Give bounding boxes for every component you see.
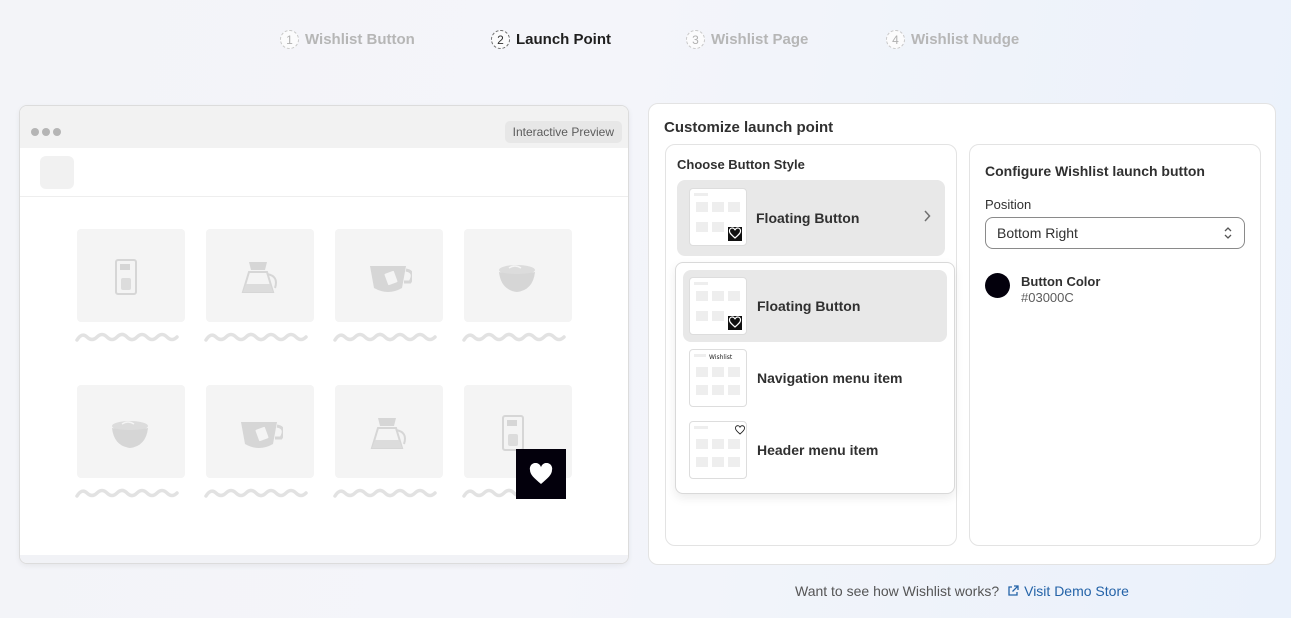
thumb-wishlist-text: Wishlist — [709, 354, 733, 361]
product-title-placeholder — [462, 332, 566, 342]
product-image — [77, 385, 185, 478]
product-card — [204, 229, 314, 342]
navigation-menu-thumbnail: Wishlist — [689, 349, 747, 407]
product-title-placeholder — [204, 332, 308, 342]
floating-button-thumbnail — [689, 277, 747, 335]
position-select[interactable]: Bottom Right — [985, 217, 1245, 249]
option-label: Floating Button — [757, 298, 861, 314]
card-title: Customize launch point — [664, 119, 834, 136]
store-logo-placeholder — [40, 156, 74, 189]
step-wishlist-nudge[interactable]: 4 Wishlist Nudge — [886, 30, 1019, 49]
store-header — [20, 148, 628, 197]
choose-style-label: Choose Button Style — [677, 157, 805, 172]
step-number: 3 — [686, 30, 705, 49]
floating-wishlist-button[interactable] — [516, 449, 566, 499]
option-label: Header menu item — [757, 442, 879, 458]
step-label: Launch Point — [516, 31, 611, 48]
product-title-placeholder — [204, 488, 308, 498]
product-card — [75, 229, 185, 342]
demo-prompt: Want to see how Wishlist works? — [795, 583, 1000, 599]
product-card — [75, 385, 185, 498]
coffee-pot-icon — [241, 261, 277, 293]
step-number: 4 — [886, 30, 905, 49]
tea-cup-icon — [241, 421, 283, 448]
coffee-machine-icon — [502, 414, 524, 451]
window-dots — [31, 128, 61, 136]
store-preview: Interactive Preview — [19, 105, 629, 564]
step-launch-point[interactable]: 2 Launch Point — [491, 30, 611, 49]
step-wishlist-page[interactable]: 3 Wishlist Page — [686, 30, 808, 49]
floating-button-thumbnail — [689, 188, 747, 246]
select-arrows-icon — [1224, 227, 1232, 239]
product-image — [206, 385, 314, 478]
demo-store-footer: Want to see how Wishlist works? Visit De… — [795, 583, 1129, 599]
product-title-placeholder — [333, 488, 437, 498]
product-image — [77, 229, 185, 322]
option-header-menu-item[interactable]: Header menu item — [683, 414, 947, 486]
coffee-pot-icon — [370, 417, 406, 449]
position-value: Bottom Right — [997, 225, 1078, 241]
configure-title: Configure Wishlist launch button — [985, 163, 1205, 179]
heart-icon — [529, 463, 553, 484]
button-color-label: Button Color — [1021, 274, 1101, 289]
product-image — [335, 229, 443, 322]
browser-bar: Interactive Preview — [20, 106, 628, 148]
coffee-machine-icon — [115, 258, 137, 295]
option-label: Navigation menu item — [757, 370, 903, 386]
button-style-select[interactable]: Floating Button — [677, 180, 945, 256]
option-floating-button[interactable]: Floating Button — [683, 270, 947, 342]
tea-cup-icon — [370, 265, 412, 292]
external-link-icon — [1008, 585, 1019, 596]
latte-bowl-icon — [112, 420, 148, 448]
button-color-value: #03000C — [1021, 290, 1074, 305]
customize-launch-card: Customize launch point Choose Button Sty… — [648, 103, 1276, 565]
product-title-placeholder — [75, 332, 179, 342]
configure-panel: Configure Wishlist launch button Positio… — [969, 144, 1261, 546]
selected-style-label: Floating Button — [756, 210, 860, 226]
step-label: Wishlist Button — [305, 31, 415, 48]
step-wishlist-button[interactable]: 1 Wishlist Button — [280, 30, 415, 49]
progress-stepper: 1 Wishlist Button 2 Launch Point 3 Wishl… — [0, 30, 1291, 50]
option-navigation-menu-item[interactable]: Wishlist Navigation menu item — [683, 342, 947, 414]
position-label: Position — [985, 197, 1032, 212]
step-label: Wishlist Page — [711, 31, 809, 48]
product-image — [464, 229, 572, 322]
preview-footer — [20, 555, 628, 563]
latte-bowl-icon — [499, 264, 535, 292]
visit-demo-store-link[interactable]: Visit Demo Store — [1007, 583, 1129, 599]
product-card — [333, 229, 443, 342]
step-number: 2 — [491, 30, 510, 49]
step-label: Wishlist Nudge — [911, 31, 1020, 48]
product-title-placeholder — [75, 488, 179, 498]
product-card — [462, 229, 572, 342]
product-card — [333, 385, 443, 498]
button-color-swatch[interactable] — [985, 273, 1010, 298]
interactive-preview-badge: Interactive Preview — [504, 121, 622, 143]
product-image — [206, 229, 314, 322]
header-menu-thumbnail — [689, 421, 747, 479]
product-card — [204, 385, 314, 498]
demo-link-label: Visit Demo Store — [1024, 583, 1129, 599]
product-image — [335, 385, 443, 478]
chevron-right-icon — [924, 210, 931, 222]
step-number: 1 — [280, 30, 299, 49]
button-style-dropdown: Floating Button Wishlist Navigation menu… — [675, 262, 955, 494]
product-title-placeholder — [333, 332, 437, 342]
